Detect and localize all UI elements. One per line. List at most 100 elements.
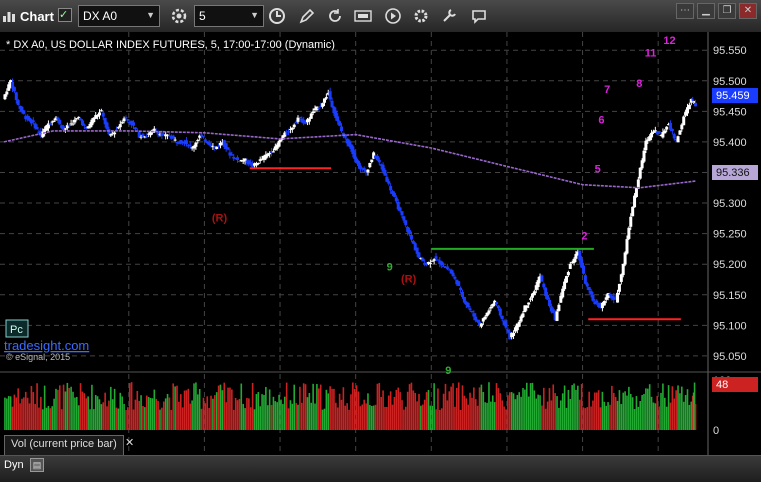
comment-icon	[472, 10, 486, 24]
study-settings-button[interactable]	[410, 5, 432, 27]
candle-body	[236, 157, 240, 161]
volume-bar	[671, 386, 674, 430]
volume-bar	[94, 394, 97, 430]
volume-bar	[170, 409, 173, 430]
volume-bar	[100, 404, 103, 430]
volume-bar	[646, 388, 649, 430]
price-tick-label: 95.450	[713, 106, 747, 118]
cot-button[interactable]	[352, 5, 374, 27]
volume-bar	[681, 386, 683, 430]
candle-body	[487, 310, 491, 314]
price-chart[interactable]: 12 11 8 7 6 5 2 9 9 (R) (R) 95.550 95.500 95.450 95.4…	[0, 32, 761, 455]
link-checkbox[interactable]: ✓	[58, 8, 72, 22]
volume-bar	[546, 401, 549, 430]
volume-bar	[75, 396, 78, 430]
volume-bar	[6, 398, 8, 430]
candle-body	[544, 287, 548, 297]
volume-bar	[159, 409, 161, 430]
volume-bar	[344, 405, 347, 430]
interval-input[interactable]: 5 ▼	[194, 5, 264, 27]
volume-bar	[119, 392, 122, 430]
volume-bar	[652, 402, 655, 430]
volume-bar	[427, 389, 430, 430]
candle-body	[634, 187, 638, 198]
volume-bar	[223, 382, 226, 430]
volume-bar	[686, 389, 689, 430]
symbol-input[interactable]: DX A0 ▼	[78, 5, 160, 27]
volume-bar	[91, 384, 93, 430]
volume-bar	[431, 405, 434, 430]
clock-button[interactable]	[266, 5, 288, 27]
chart-toolbar: Chart ✓ DX A0 ▼ 5 ▼ ⋯ ▁ ❐ ✕	[0, 0, 761, 33]
volume-bar	[287, 408, 290, 430]
tools-button[interactable]	[438, 5, 460, 27]
interval-settings-button[interactable]	[168, 5, 190, 27]
volume-bar	[164, 398, 167, 430]
candle-body	[527, 302, 531, 305]
watermark-link[interactable]: tradesight.com	[4, 338, 89, 353]
volume-bar	[58, 385, 61, 430]
volume-bar	[677, 385, 679, 430]
candle-body	[357, 161, 361, 166]
volume-bar	[370, 405, 373, 430]
volume-bar	[503, 406, 505, 430]
candle-body	[451, 272, 455, 276]
volume-bar	[162, 401, 165, 430]
candle-body	[434, 256, 438, 259]
volume-bar	[599, 407, 602, 430]
candle-body	[665, 126, 669, 130]
td-count-label: 6	[598, 115, 604, 127]
volume-bar	[611, 385, 613, 430]
candle-body	[194, 142, 198, 147]
comment-button[interactable]	[468, 5, 490, 27]
candle-body	[362, 167, 366, 170]
candle-body	[109, 134, 113, 136]
candle-body	[67, 125, 71, 127]
volume-bar	[93, 409, 95, 430]
volume-bar	[55, 388, 57, 430]
draw-button[interactable]	[296, 5, 318, 27]
volume-bar	[573, 383, 575, 430]
chevron-down-icon[interactable]: ▼	[146, 10, 155, 20]
volume-bar	[645, 388, 647, 430]
volume-bar	[255, 394, 258, 430]
volume-bar	[410, 382, 413, 430]
volume-bar	[331, 388, 333, 430]
candle-body	[48, 123, 52, 125]
volume-bar	[473, 387, 475, 430]
volume-bar	[408, 384, 411, 430]
candle-body	[460, 291, 464, 297]
candle-body	[680, 124, 684, 130]
candle-body	[642, 150, 646, 162]
menu-icon[interactable]: ⋯	[676, 3, 694, 19]
volume-bar	[486, 402, 488, 430]
volume-bar	[446, 400, 449, 430]
pc-badge[interactable]: Pc	[5, 319, 29, 338]
volume-bar	[136, 390, 139, 430]
minimize-icon[interactable]: ▁	[697, 3, 715, 19]
candle-body	[113, 132, 117, 135]
chevron-down-icon[interactable]: ▼	[250, 10, 259, 20]
session-icon[interactable]: ▤	[30, 458, 44, 472]
refresh-button[interactable]	[324, 5, 346, 27]
volume-bar	[571, 385, 573, 430]
play-button[interactable]	[382, 5, 404, 27]
candle-body	[97, 112, 101, 116]
volume-bar	[96, 396, 99, 430]
candle-body	[682, 116, 686, 126]
volume-bar	[166, 393, 169, 430]
volume-bar	[138, 400, 140, 430]
close-study-icon[interactable]: ✕	[125, 436, 134, 449]
volume-study-tab[interactable]: Vol (current price bar)	[4, 435, 124, 455]
volume-bar	[244, 408, 246, 430]
volume-bar	[283, 396, 286, 430]
candle-body	[532, 291, 536, 296]
restore-icon[interactable]: ❐	[718, 3, 736, 19]
candle-body	[400, 211, 404, 216]
volume-bar	[200, 408, 203, 430]
volume-bar	[121, 396, 123, 430]
close-icon[interactable]: ✕	[739, 3, 757, 19]
candle-body	[602, 301, 606, 306]
candle-body	[196, 139, 200, 141]
candle-body	[298, 116, 302, 118]
